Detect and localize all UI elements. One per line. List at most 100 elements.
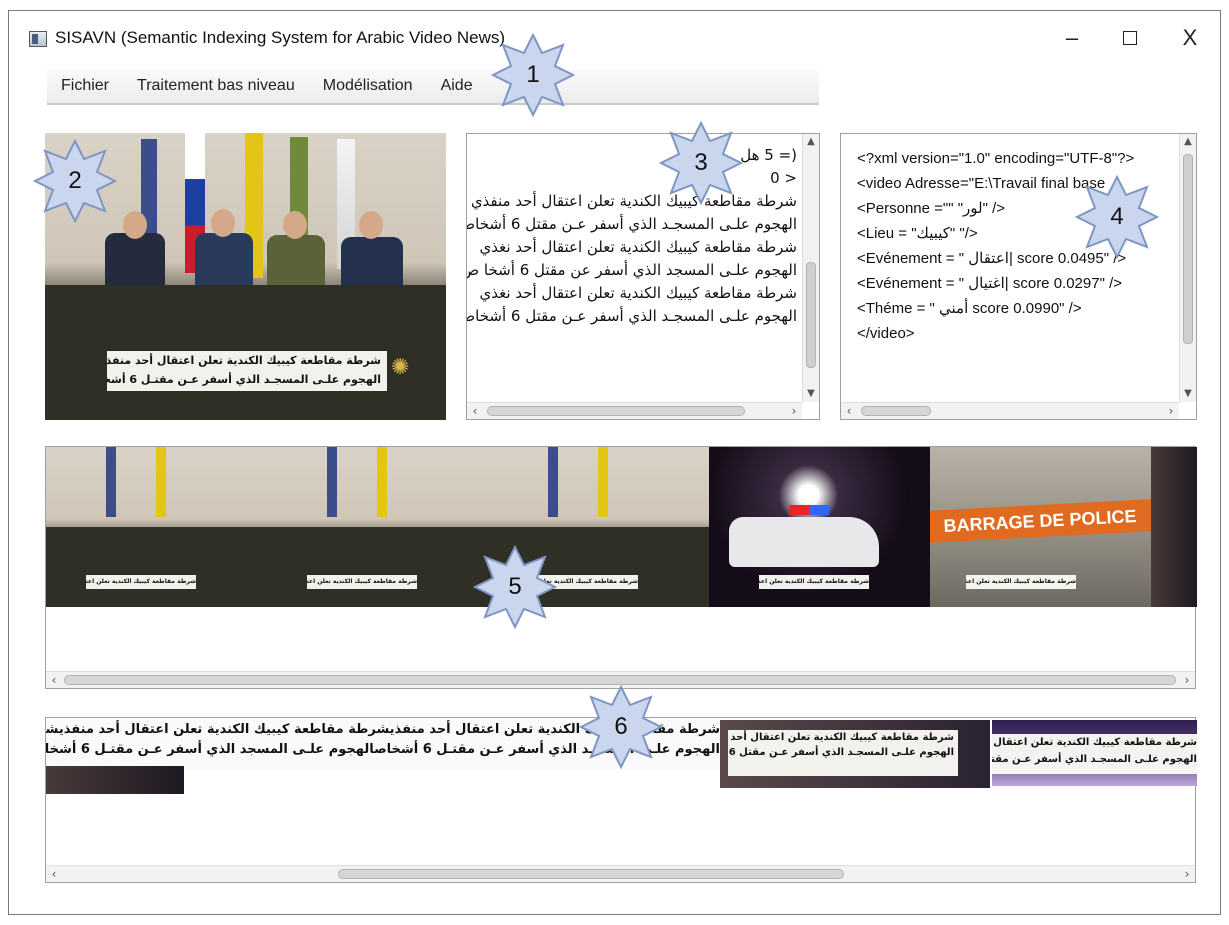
scroll-down-icon[interactable]: ▼ xyxy=(803,386,819,402)
main-window: SISAVN (Semantic Indexing System for Ara… xyxy=(8,10,1221,915)
table xyxy=(267,527,488,607)
scroll-thumb[interactable] xyxy=(338,869,844,879)
scroll-thumb[interactable] xyxy=(487,406,745,416)
text-frame-image[interactable]: شرطة مقاطعة كيبيك الكندية تعلن اعتقال أح… xyxy=(720,720,990,788)
text-frame-image[interactable]: شرطة مقاطعة كيبيك الكندية تعلن اعتقال أح… xyxy=(992,720,1197,786)
flag xyxy=(106,447,116,517)
caption-line: الهجوم علـى المسجـد الذي أسفر عـن مقتل 6… xyxy=(728,747,954,758)
scroll-thumb[interactable] xyxy=(861,406,931,416)
person-head xyxy=(211,209,235,237)
thumbnail-caption: شرطة مقاطعة كيبيك الكندية تعلن اعتقال xyxy=(86,575,196,589)
title-bar: SISAVN (Semantic Indexing System for Ara… xyxy=(9,11,1220,61)
marker-number: 4 xyxy=(1110,203,1124,230)
keyframe-thumbnail[interactable] xyxy=(1151,447,1197,607)
text-frame-caption: شرطة مقاطعة كيبيك الكندية تعلن اعتقال أح… xyxy=(992,734,1197,774)
ocr-line: الهجوم علـى المسجـد الذي أسفر عـن مقتل 6… xyxy=(467,307,797,325)
marker-number: 2 xyxy=(68,167,82,194)
annotation-marker-3: 3 xyxy=(659,121,743,205)
xml-line: <?xml version="1.0" encoding="UTF-8"?> xyxy=(857,150,1135,167)
annotation-marker-4: 4 xyxy=(1075,175,1159,259)
maximize-icon xyxy=(1123,31,1137,45)
scroll-down-icon[interactable]: ▼ xyxy=(1180,386,1196,402)
scroll-up-icon[interactable]: ▲ xyxy=(803,134,819,150)
scroll-right-icon[interactable]: › xyxy=(1163,403,1179,419)
keyframe-thumbnail[interactable]: شرطة مقاطعة كيبيك الكندية تعلن اعتقال xyxy=(267,447,488,607)
police-car xyxy=(729,517,879,567)
menu-fichier[interactable]: Fichier xyxy=(47,77,123,95)
thumbnail-caption: شرطة مقاطعة كيبيك الكندية تعلن اعتقال xyxy=(759,575,869,589)
ocr-line: الهجوم علـى المسجـد الذي أسفر عـن مقتل 6… xyxy=(467,215,797,233)
annotation-marker-2: 2 xyxy=(33,139,117,223)
keyframe-thumbnail[interactable]: BARRAGE DE POLICE شرطة مقاطعة كيبيك الكن… xyxy=(930,447,1151,607)
xml-line: <Théme = " أمني score 0.0990" /> xyxy=(857,300,1082,317)
menu-aide[interactable]: Aide xyxy=(427,77,487,95)
ocr-line: شرطة مقاطعة كيبيك الكندية تعلن اعتقال أح… xyxy=(479,284,797,302)
caption-line: الهجوم علـى المسجـد الذي أسفر عـن مقتـل … xyxy=(107,373,381,386)
ocr-line: شرطة مقاطعة كيبيك الكندية تعلن اعتقال أح… xyxy=(470,192,797,210)
keyframe-caption: شرطة مقاطعة كيبيك الكندية تعلن اعتقال أح… xyxy=(107,351,387,391)
person-head xyxy=(123,211,147,239)
scroll-thumb[interactable] xyxy=(1183,154,1193,344)
person-head xyxy=(283,211,307,239)
text-frames-horizontal-scrollbar[interactable]: ‹ › xyxy=(46,865,1195,882)
text-frame-thumbnail[interactable] xyxy=(46,766,184,794)
flag xyxy=(548,447,558,517)
person-head xyxy=(359,211,383,239)
scroll-left-icon[interactable]: ‹ xyxy=(46,866,62,882)
thumbnail-caption: شرطة مقاطعة كيبيك الكندية تعلن اعتقال xyxy=(307,575,417,589)
scroll-right-icon[interactable]: › xyxy=(1179,866,1195,882)
menu-modelisation[interactable]: Modélisation xyxy=(309,77,427,95)
ocr-vertical-scrollbar[interactable]: ▲ ▼ xyxy=(802,134,819,402)
annotation-marker-1: 1 xyxy=(491,33,575,117)
ocr-text-area[interactable]: (= 5 هل < 0 شرطة مقاطعة كيبيك الكندية تع… xyxy=(466,133,820,420)
ocr-line: الهجوم علـى المسجد الذي أسفر عن مقتل 6 أ… xyxy=(466,261,797,279)
menu-traitement-bas-niveau[interactable]: Traitement bas niveau xyxy=(123,77,309,95)
keyframe-strip-panel: شرطة مقاطعة كيبيك الكندية تعلن اعتقال شر… xyxy=(45,446,1197,689)
annotation-marker-6: 6 xyxy=(579,685,663,769)
caption-line: الهجوم علـى المسجـد الذي أسفر عـن مقتـل … xyxy=(992,754,1197,765)
marker-number: 3 xyxy=(694,149,708,176)
scroll-thumb[interactable] xyxy=(64,675,1176,685)
flag xyxy=(156,447,166,517)
flag xyxy=(377,447,387,517)
scroll-thumb[interactable] xyxy=(806,262,816,368)
ocr-text-content: (= 5 هل < 0 شرطة مقاطعة كيبيك الكندية تع… xyxy=(466,144,797,328)
text-frame-caption: شرطة مقاطعة كيبيك الكندية تعلن اعتقال أح… xyxy=(728,730,958,776)
close-button[interactable]: X xyxy=(1167,21,1213,55)
flag xyxy=(598,447,608,517)
ocr-line: < 0 xyxy=(770,169,797,187)
caption-line: شرطة مقاطعة كيبيك الكندية تعلن اعتقال أح… xyxy=(728,732,954,743)
caption-line: شرطة مقاطعة كيبيك الكندية تعلن اعتقال أح… xyxy=(107,354,381,367)
flag xyxy=(327,447,337,517)
caption-line: شرطة مقاطعة كيبيك الكندية تعلن اعتقال أح… xyxy=(992,737,1197,748)
maximize-button[interactable] xyxy=(1107,21,1153,55)
table xyxy=(46,527,267,607)
thumbnail-caption: شرطة مقاطعة كيبيك الكندية تعلن اعتقال xyxy=(966,575,1076,589)
menu-bar: Fichier Traitement bas niveau Modélisati… xyxy=(47,69,819,105)
ocr-line: (= 5 هل xyxy=(740,146,797,164)
app-icon xyxy=(29,31,47,47)
scroll-left-icon[interactable]: ‹ xyxy=(841,403,857,419)
marker-number: 6 xyxy=(614,713,628,740)
channel-logo-icon: ✺ xyxy=(391,355,410,380)
keyframe-thumbnail[interactable]: شرطة مقاطعة كيبيك الكندية تعلن اعتقال xyxy=(46,447,267,607)
scroll-up-icon[interactable]: ▲ xyxy=(1180,134,1196,150)
scroll-left-icon[interactable]: ‹ xyxy=(467,403,483,419)
police-tape: BARRAGE DE POLICE xyxy=(930,498,1151,544)
xml-horizontal-scrollbar[interactable]: ‹ › xyxy=(841,402,1179,419)
xml-line: </video> xyxy=(857,325,915,342)
police-light xyxy=(789,505,829,515)
xml-vertical-scrollbar[interactable]: ▲ ▼ xyxy=(1179,134,1196,402)
ocr-horizontal-scrollbar[interactable]: ‹ › xyxy=(467,402,802,419)
annotation-marker-5: 5 xyxy=(473,545,557,629)
window-title: SISAVN (Semantic Indexing System for Ara… xyxy=(55,28,506,47)
scroll-right-icon[interactable]: › xyxy=(786,403,802,419)
keyframe-thumbnail[interactable]: شرطة مقاطعة كيبيك الكندية تعلن اعتقال xyxy=(709,447,930,607)
marker-number: 5 xyxy=(508,573,522,600)
scroll-right-icon[interactable]: › xyxy=(1179,672,1195,688)
minimize-button[interactable]: – xyxy=(1049,21,1095,55)
ocr-line: شرطة مقاطعة كيبيك الكندية تعلن اعتقال أح… xyxy=(479,238,797,256)
xml-line: <Evénement = " اغتيال| score 0.0297" /> xyxy=(857,275,1122,292)
scroll-left-icon[interactable]: ‹ xyxy=(46,672,62,688)
marker-number: 1 xyxy=(526,61,540,88)
